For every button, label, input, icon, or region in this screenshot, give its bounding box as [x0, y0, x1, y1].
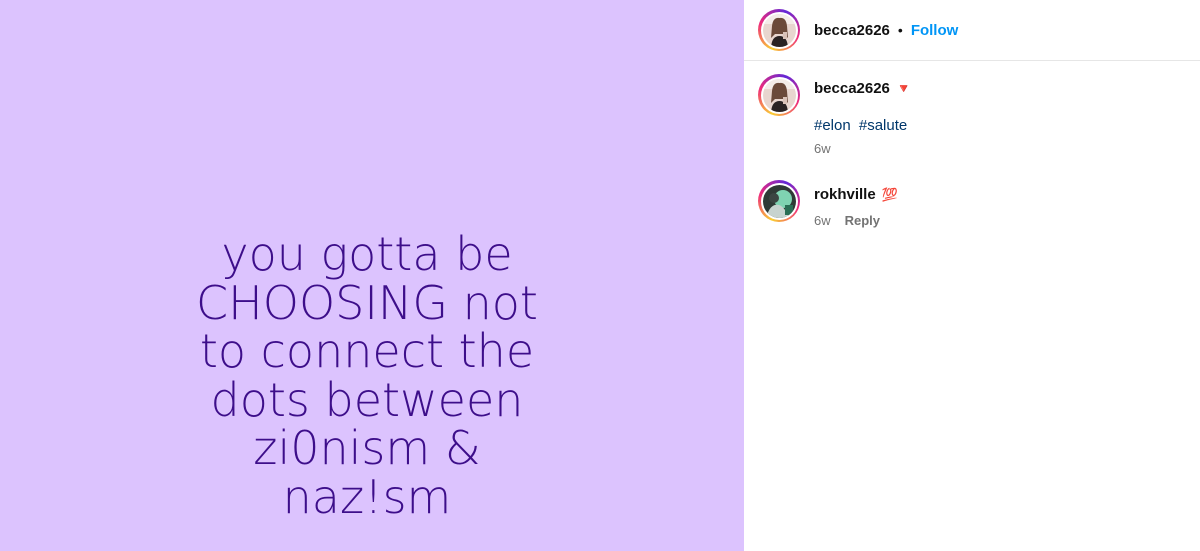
profile-photo-icon — [762, 13, 796, 47]
quote-line: you gotta be — [221, 227, 513, 281]
quote-line: zi0nism & — [253, 421, 481, 475]
profile-photo-icon — [762, 184, 796, 218]
caption-timestamp[interactable]: 6w — [814, 141, 831, 156]
quote-line: dots between — [210, 372, 524, 427]
comments-panel: becca2626 • Follow becca2626 🔻 #elon #sa… — [744, 0, 1200, 551]
hundred-points-icon: 💯 — [881, 187, 898, 202]
caption-username[interactable]: becca2626 — [814, 80, 890, 97]
post-header: becca2626 • Follow — [744, 0, 1200, 61]
quote-line: to connect the — [199, 324, 535, 378]
post-viewer: you gotta be CHOOSING not to connect the… — [0, 0, 1200, 551]
caption-avatar[interactable] — [758, 74, 800, 116]
commenter-username[interactable]: rokhville — [814, 186, 876, 203]
separator-dot: • — [897, 22, 903, 38]
commenter-avatar[interactable] — [758, 180, 800, 222]
quote-line: CHOOSING not — [196, 275, 538, 330]
author-username[interactable]: becca2626 — [814, 22, 890, 39]
comment-timestamp[interactable]: 6w — [814, 213, 831, 228]
follow-button[interactable]: Follow — [911, 22, 959, 39]
comment-item: rokhville 💯 6w Reply — [758, 180, 898, 228]
hashtag-link[interactable]: #salute — [859, 117, 907, 134]
red-triangle-icon: 🔻 — [895, 81, 913, 96]
quote-line: naz!sm — [282, 469, 452, 524]
author-avatar[interactable] — [758, 9, 800, 51]
caption-text: #elon #salute — [814, 117, 912, 134]
post-image[interactable]: you gotta be CHOOSING not to connect the… — [0, 0, 744, 551]
caption-item: becca2626 🔻 #elon #salute 6w — [758, 74, 912, 156]
hashtag-link[interactable]: #elon — [814, 117, 851, 134]
post-quote-text: you gotta be CHOOSING not to connect the… — [0, 230, 734, 521]
profile-photo-icon — [762, 78, 796, 112]
reply-button[interactable]: Reply — [845, 213, 880, 228]
